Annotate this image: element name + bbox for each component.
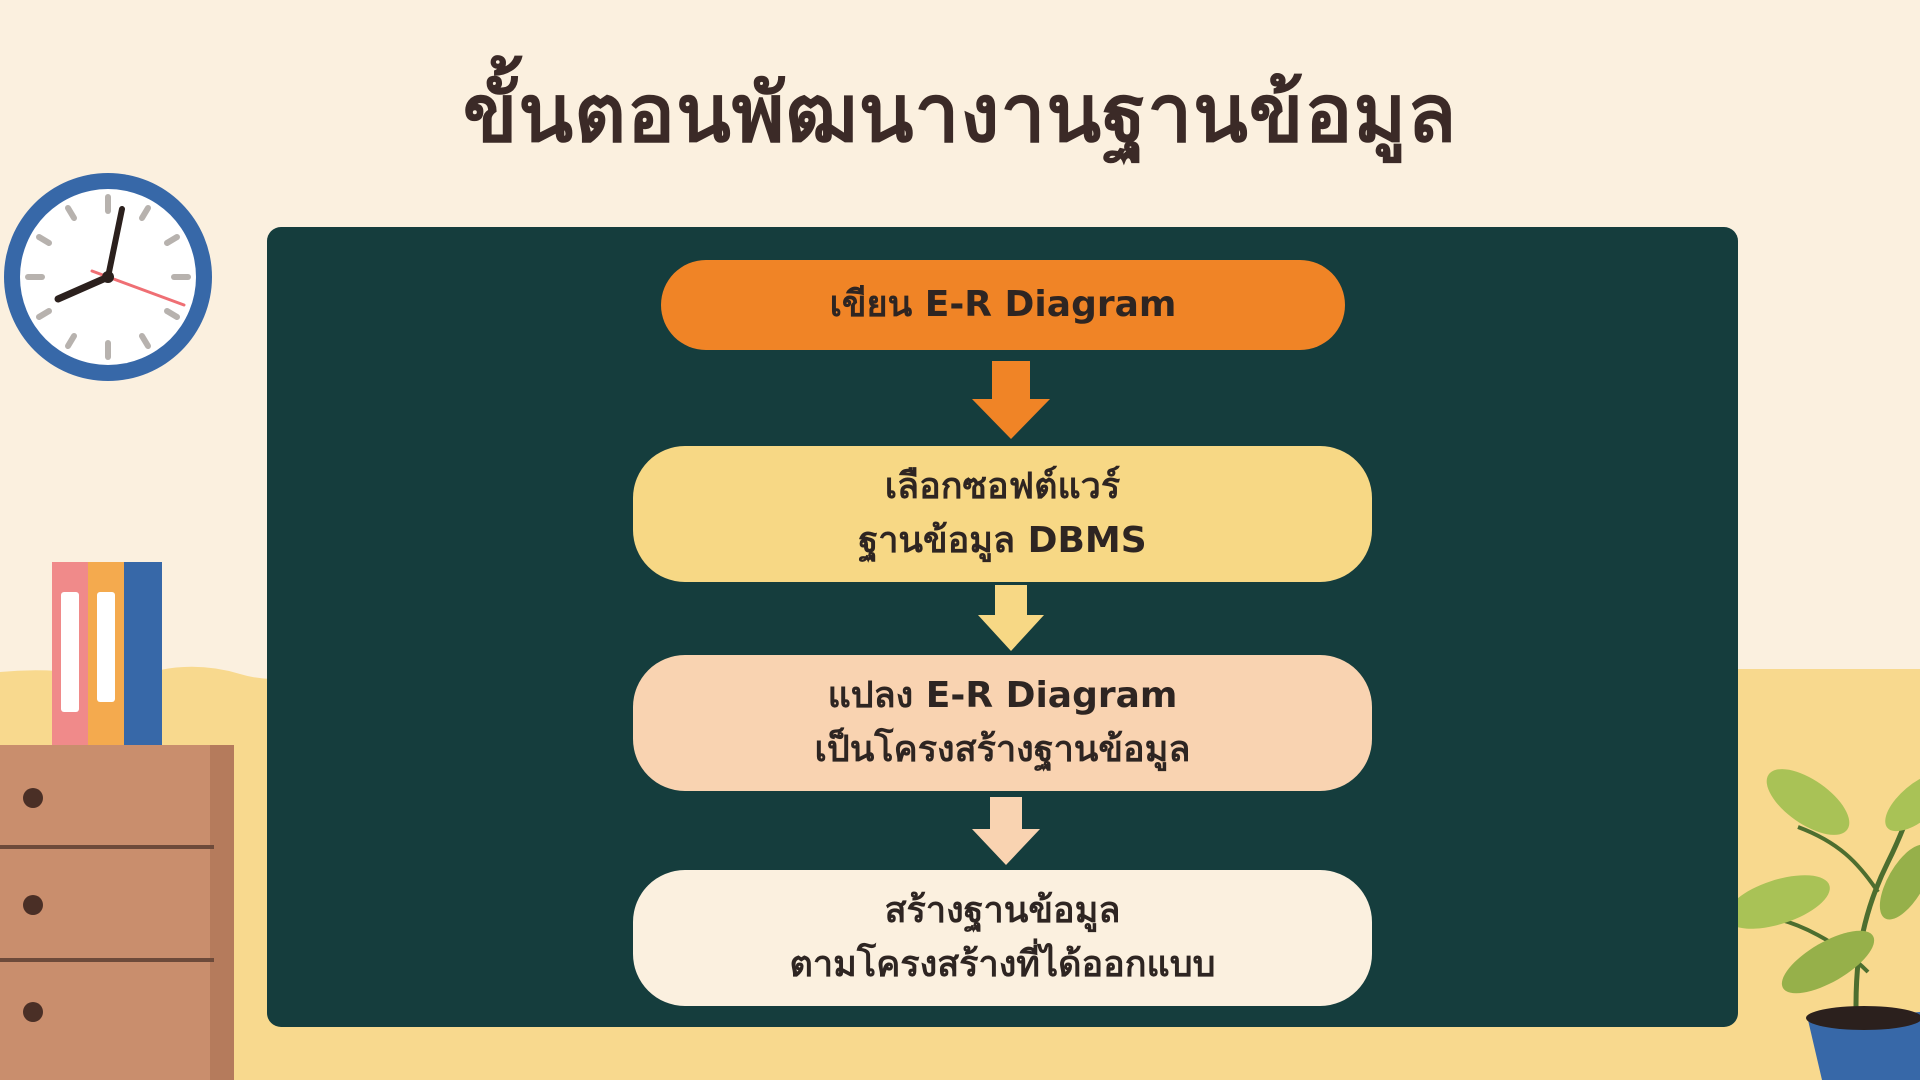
binders-icon	[52, 562, 162, 746]
drawer-cabinet-icon	[0, 745, 234, 1080]
slide: ขั้นตอนพัฒนางานฐานข้อมูล เขียน E-R Diagr…	[0, 0, 1920, 1080]
step-create-database: สร้างฐานข้อมูล ตามโครงสร้างที่ได้ออกแบบ	[633, 870, 1372, 1006]
page-title: ขั้นตอนพัฒนางานฐานข้อมูล	[462, 67, 1458, 160]
arrow-down-icon	[972, 361, 1050, 439]
wall-clock-icon	[4, 173, 212, 381]
arrow-down-icon	[978, 585, 1044, 651]
step-choose-dbms: เลือกซอฟต์แวร์ ฐานข้อมูล DBMS	[633, 446, 1372, 582]
step-write-er-diagram: เขียน E-R Diagram	[661, 260, 1345, 350]
step-convert-er-diagram: แปลง E-R Diagram เป็นโครงสร้างฐานข้อมูล	[633, 655, 1372, 791]
arrow-down-icon	[972, 797, 1040, 865]
potted-plant-icon	[1738, 769, 1920, 1080]
